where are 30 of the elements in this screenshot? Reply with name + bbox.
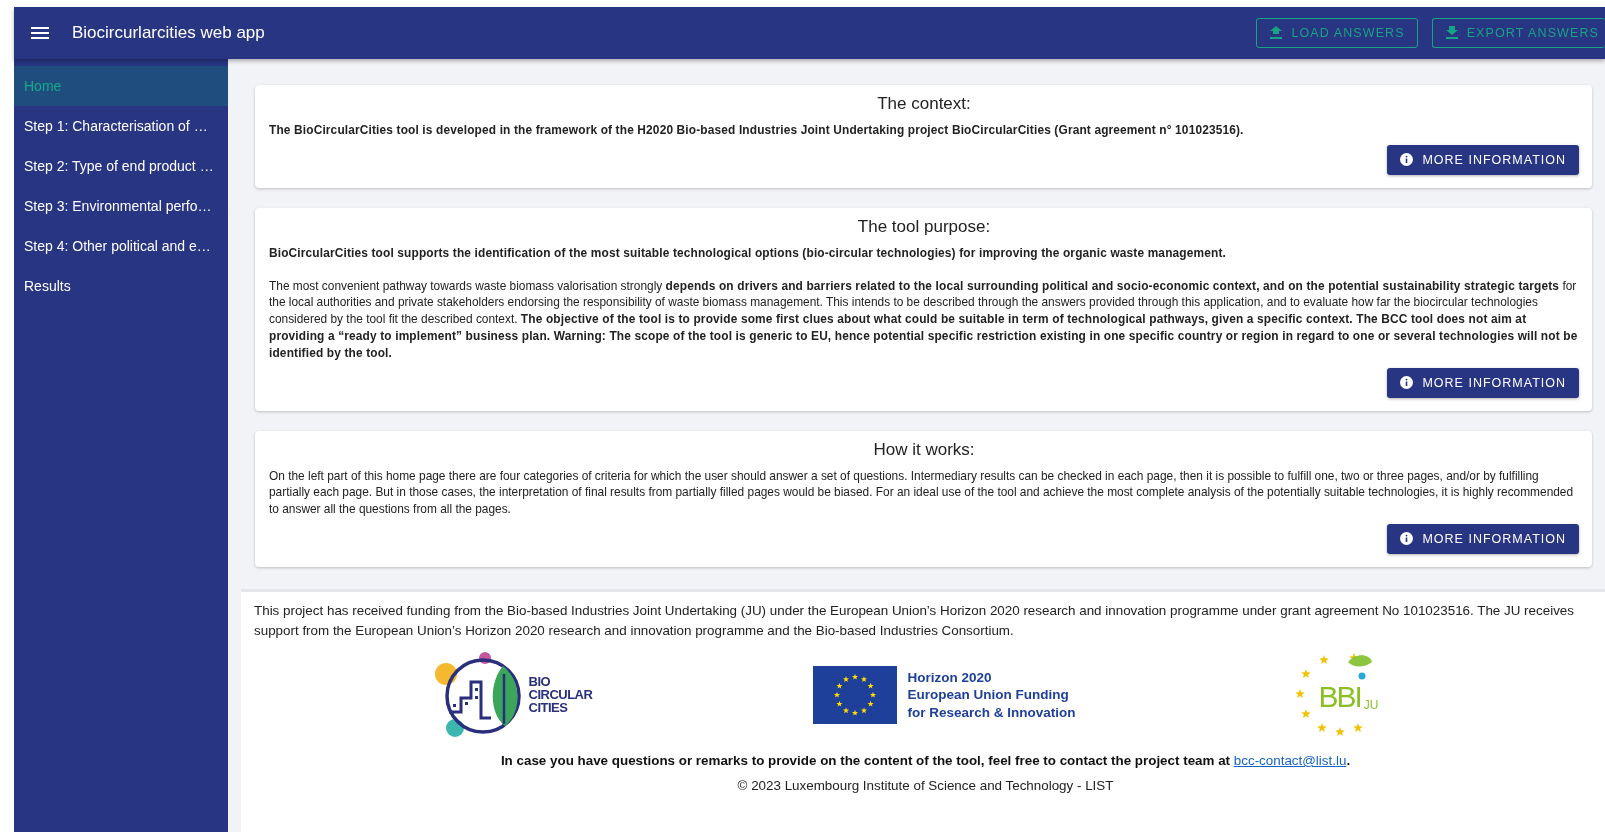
sidebar-item[interactable]: Step 2: Type of end product … <box>14 146 228 186</box>
menu-icon <box>31 26 49 40</box>
more-information-button[interactable]: MORE INFORMATION <box>1387 523 1579 554</box>
more-information-button[interactable]: MORE INFORMATION <box>1387 144 1579 175</box>
upload-icon <box>1270 26 1283 40</box>
sidebar-item[interactable]: Results <box>14 266 228 306</box>
logo-text: BBI JU <box>1318 679 1379 714</box>
card-title: How it works: <box>872 439 976 460</box>
more-information-button[interactable]: MORE INFORMATION <box>1387 367 1579 398</box>
contact-text: In case you have questions or remarks to provide on the content of the tool, feel free to contact the project team at bcc-contact@list.lu. <box>499 752 1352 768</box>
email-link[interactable]: bcc-contact@list.lu <box>1233 752 1347 768</box>
card-title: The context: <box>876 94 972 114</box>
card-paragraph: BioCircularCities tool supports the identification of the most suitable technological options (bio-circular technologies) for improving the organic waste management. <box>269 244 1227 262</box>
logo-text: BIO CIRCULAR CITIES <box>528 675 593 715</box>
sidebar-item[interactable]: Step 3: Environmental perfo… <box>14 186 228 226</box>
info-icon <box>1400 153 1414 167</box>
sidebar-item[interactable]: Step 1: Characterisation of … <box>14 106 228 146</box>
download-icon <box>1445 26 1458 40</box>
card-paragraph: The most convenient pathway towards waste biomass valorisation strongly depends on drivers and barriers related to the local surrounding political and socio-economic context, and on the potential sustainability strategic targets for the local authorities and private stakeholders endorsing the responsibility of waste biomass management. This intends to be described through the answers provided through this application, and to evaluate how far the biocircular technologies considered by the tool fit the described context. The objective of the tool is to provide some first clues about what could be suitable in term of technological pathways, given a specific context. The BCC tool does not aim at providing a “ready to implement” business plan. Warning: The scope of the tool is generic to EU, hence potential specific restriction existing in one specific country or region in regard to one or several technologies will not be identified by the tool. <box>269 277 1579 362</box>
card-paragraph: On the left part of this home page there are four categories of criteria for which the user should answer a set of questions. Intermediary results can be checked in each page, then it is possible to fulfill one, two or three pages, and/or by fulfilling partially each page. But in those cases, the interpretation of final results from partially filled pages would be biased. For an ideal use of the tool and achieve the most complete analysis of the potentially suitable technologies, it is highly recommended to answer all the questions from all the pages. <box>269 467 1575 518</box>
info-icon <box>1400 532 1414 546</box>
info-icon <box>1400 376 1414 390</box>
funding-text: This project has received funding from the Bio-based Industries Joint Undertaking (JU) under the European Union’s Horizon 2020 research and innovation programme under grant agreement No 101023516. The JU receives support from the European Union’s Horizon 2020 research and innovation programme and the Bio-based Industries Consortium. <box>254 601 1575 640</box>
sidebar-item[interactable]: Step 4: Other political and e… <box>14 226 228 266</box>
app-title: Biocircurlarcities web app <box>72 23 265 43</box>
eu-flag-icon <box>813 665 898 724</box>
card-paragraph: The BioCircularCities tool is developed in the framework of the H2020 Bio-based Industries Joint Undertaking project BioCircularCities (Grant agreement n° 101023516). <box>269 122 1245 139</box>
card-title: The tool purpose: <box>856 216 992 237</box>
copyright-text: © 2023 Luxembourg Institute of Science and Technology - LIST <box>736 777 1115 793</box>
logo-text: Horizon 2020 European Union Funding for Research & Innovation <box>907 668 1076 722</box>
